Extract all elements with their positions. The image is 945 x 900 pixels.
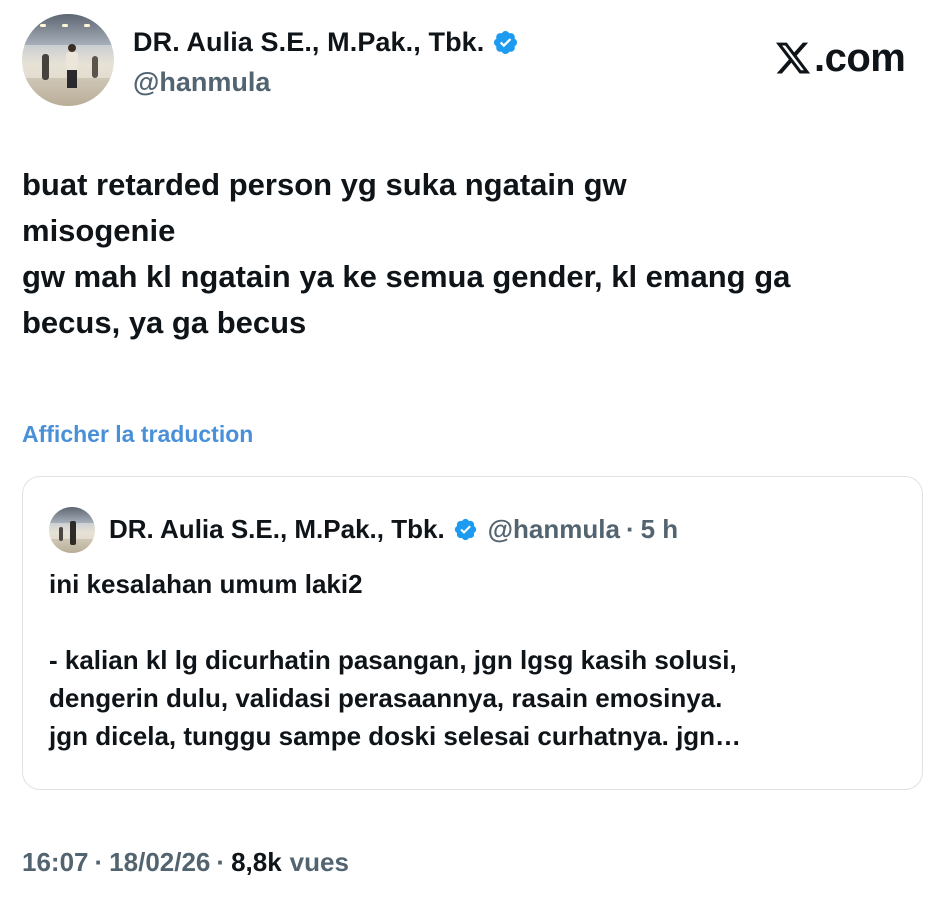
verified-badge-icon [454,518,476,540]
author-handle[interactable]: @hanmula [133,66,270,98]
quoted-separator: · [625,514,635,544]
tweet-header: DR. Aulia S.E., M.Pak., Tbk. @hanmula .c… [22,14,922,110]
quoted-tweet-card[interactable]: DR. Aulia S.E., M.Pak., Tbk. @hanmula · … [22,476,923,790]
meta-separator: · [216,847,226,877]
show-translation-link[interactable]: Afficher la traduction [22,418,253,450]
quoted-author-display-name[interactable]: DR. Aulia S.E., M.Pak., Tbk. [109,513,445,545]
views-count[interactable]: 8,8k [231,844,282,880]
tweet-time[interactable]: 16:07 [22,844,89,880]
author-display-name[interactable]: DR. Aulia S.E., M.Pak., Tbk. [133,26,484,58]
meta-separator: · [94,847,104,877]
quoted-tweet-header: DR. Aulia S.E., M.Pak., Tbk. @hanmula · … [109,513,678,545]
x-brand-domain: .com [814,36,906,80]
x-logo-icon [775,42,811,74]
tweet-date[interactable]: 18/02/26 [109,844,210,880]
tweet-metadata: 16:07 · 18/02/26 · 8,8k vues [22,844,349,880]
quoted-author-avatar[interactable] [49,507,95,553]
x-brand-logo: .com [774,36,906,80]
quoted-author-handle[interactable]: @hanmula [488,513,620,545]
quoted-timestamp[interactable]: 5 h [641,513,679,545]
tweet-text: buat retarded person yg suka ngatain gw … [22,167,791,340]
author-name-row[interactable]: DR. Aulia S.E., M.Pak., Tbk. [133,26,519,58]
quoted-tweet-text: ini kesalahan umum laki2 - kalian kl lg … [49,569,742,751]
verified-badge-icon [494,30,518,54]
views-label: vues [289,847,349,877]
author-avatar[interactable] [22,14,114,106]
